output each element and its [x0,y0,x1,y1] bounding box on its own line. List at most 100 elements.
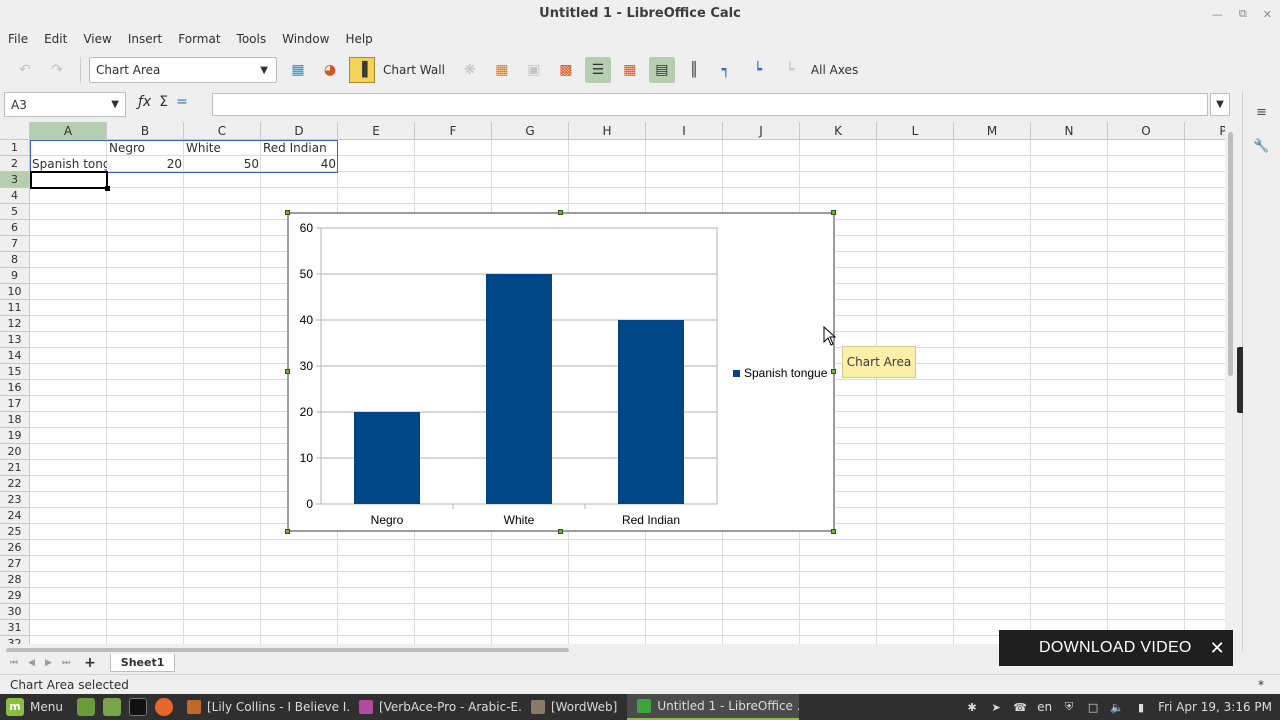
download-video-label[interactable]: DOWNLOAD VIDEO [1039,639,1192,657]
prev-sheet-icon[interactable]: ◀ [28,658,35,668]
row-header-10[interactable]: 10 [0,284,30,300]
menu-view[interactable]: View [83,32,111,46]
row-header-24[interactable]: 24 [0,508,30,524]
column-header-e[interactable]: E [338,122,415,140]
start-menu-button[interactable]: m Menu [0,698,73,716]
telegram-icon[interactable]: ➤ [989,700,1003,714]
scroll-thumb[interactable] [1228,132,1233,376]
row-header-14[interactable]: 14 [0,348,30,364]
resize-handle[interactable] [831,529,836,534]
horizontal-grids-icon[interactable]: ▤ [648,57,675,83]
vertical-scrollbar[interactable] [1225,122,1237,644]
sum-icon[interactable]: Σ [159,94,168,110]
embedded-chart[interactable]: 0 10 20 30 40 50 60 Negro White Red Indian Spanish… [287,212,835,532]
row-header-20[interactable]: 20 [0,444,30,460]
volume-icon[interactable]: 🔈 [1110,700,1124,714]
row-header-26[interactable]: 26 [0,540,30,556]
row-header-32[interactable]: 32 [0,636,30,644]
row-header-1[interactable]: 1 [0,140,30,156]
menu-insert[interactable]: Insert [128,32,162,46]
tab-sheet1[interactable]: Sheet1 [109,654,176,672]
download-video-overlay[interactable]: DOWNLOAD VIDEO ✕ [999,630,1233,666]
last-sheet-icon[interactable]: ⏭ [62,658,70,668]
resize-handle[interactable] [558,210,563,215]
vertical-grids-icon[interactable]: ║ [681,57,707,83]
first-sheet-icon[interactable]: ⏮ [10,658,18,668]
row-header-29[interactable]: 29 [0,588,30,604]
column-header-h[interactable]: H [569,122,646,140]
chevron-down-icon[interactable]: ▼ [111,99,119,110]
row-header-25[interactable]: 25 [0,524,30,540]
add-sheet-icon[interactable]: + [84,655,96,671]
task-verbace[interactable]: [VerbAce-Pro - Arabic-E... [349,694,521,720]
resize-handle[interactable] [831,210,836,215]
resize-handle[interactable] [285,210,290,215]
data-table-icon[interactable]: ▦ [489,57,515,83]
column-header-m[interactable]: M [954,122,1031,140]
row-header-21[interactable]: 21 [0,460,30,476]
row-header-22[interactable]: 22 [0,476,30,492]
whatsapp-icon[interactable]: ☎ [1013,700,1027,714]
row-header-16[interactable]: 16 [0,380,30,396]
resize-handle[interactable] [558,529,563,534]
x-axis-icon[interactable]: ┑ [713,57,739,83]
row-header-15[interactable]: 15 [0,364,30,380]
row-header-23[interactable]: 23 [0,492,30,508]
chart-canvas[interactable]: 0 10 20 30 40 50 60 Negro White Red Indian Spanish… [289,214,833,530]
undo-icon[interactable]: ↶ [12,57,38,83]
firefox-icon[interactable] [154,698,173,716]
menu-edit[interactable]: Edit [44,32,67,46]
name-box[interactable]: A3 ▼ [4,92,126,117]
all-axes-icon[interactable]: ┕ [777,57,803,83]
equals-icon[interactable]: = [176,94,188,110]
menu-format[interactable]: Format [178,32,220,46]
row-header-19[interactable]: 19 [0,428,30,444]
column-header-a[interactable]: A [30,122,107,140]
task-libreoffice-calc[interactable]: Untitled 1 - LibreOffice ... [627,694,800,720]
column-header-o[interactable]: O [1108,122,1185,140]
properties-icon[interactable]: 🔧 [1249,133,1275,159]
sidebar-collapse-handle[interactable] [1237,347,1243,413]
menu-window[interactable]: Window [282,32,329,46]
menu-file[interactable]: File [8,32,28,46]
keyboard-layout[interactable]: en [1037,700,1052,714]
legend-icon[interactable]: ▦ [617,57,643,83]
format-selection-icon[interactable]: ▦ [285,57,311,83]
row-header-11[interactable]: 11 [0,300,30,316]
row-header-30[interactable]: 30 [0,604,30,620]
formula-input[interactable] [212,93,1208,116]
chart-element-select[interactable]: Chart Area ▼ [89,57,277,83]
y-axis-icon[interactable]: ┕ [745,57,771,83]
menu-tools[interactable]: Tools [237,32,267,46]
minimize-icon[interactable]: — [1212,8,1223,21]
row-header-5[interactable]: 5 [0,204,30,220]
resize-handle[interactable] [285,369,290,374]
row-header-4[interactable]: 4 [0,188,30,204]
row-header-2[interactable]: 2 [0,156,30,172]
row-header-13[interactable]: 13 [0,332,30,348]
close-icon[interactable]: ✕ [1210,638,1225,659]
column-header-i[interactable]: I [646,122,723,140]
data-ranges-icon[interactable]: ▣ [521,57,547,83]
column-header-g[interactable]: G [492,122,569,140]
task-media-player[interactable]: [Lily Collins - I Believe I... [177,694,349,720]
column-header-l[interactable]: L [877,122,954,140]
row-header-9[interactable]: 9 [0,268,30,284]
show-desktop-icon[interactable] [76,698,95,716]
chart-data-icon[interactable]: ▩ [553,57,579,83]
redo-icon[interactable]: ↷ [44,57,70,83]
column-header-k[interactable]: K [800,122,877,140]
chart-wall-label[interactable]: Chart Wall [383,63,445,77]
function-wizard-icon[interactable]: ƒx [138,94,151,110]
column-header-n[interactable]: N [1031,122,1108,140]
task-wordweb[interactable]: [WordWeb] [521,694,627,720]
bluetooth-icon[interactable]: ✱ [965,700,979,714]
shield-icon[interactable]: ⛨ [1062,700,1076,714]
row-header-28[interactable]: 28 [0,572,30,588]
row-header-17[interactable]: 17 [0,396,30,412]
row-header-7[interactable]: 7 [0,236,30,252]
column-header-f[interactable]: F [415,122,492,140]
row-header-31[interactable]: 31 [0,620,30,636]
row-header-3[interactable]: 3 [0,172,30,188]
battery-icon[interactable]: ▮ [1134,700,1148,714]
